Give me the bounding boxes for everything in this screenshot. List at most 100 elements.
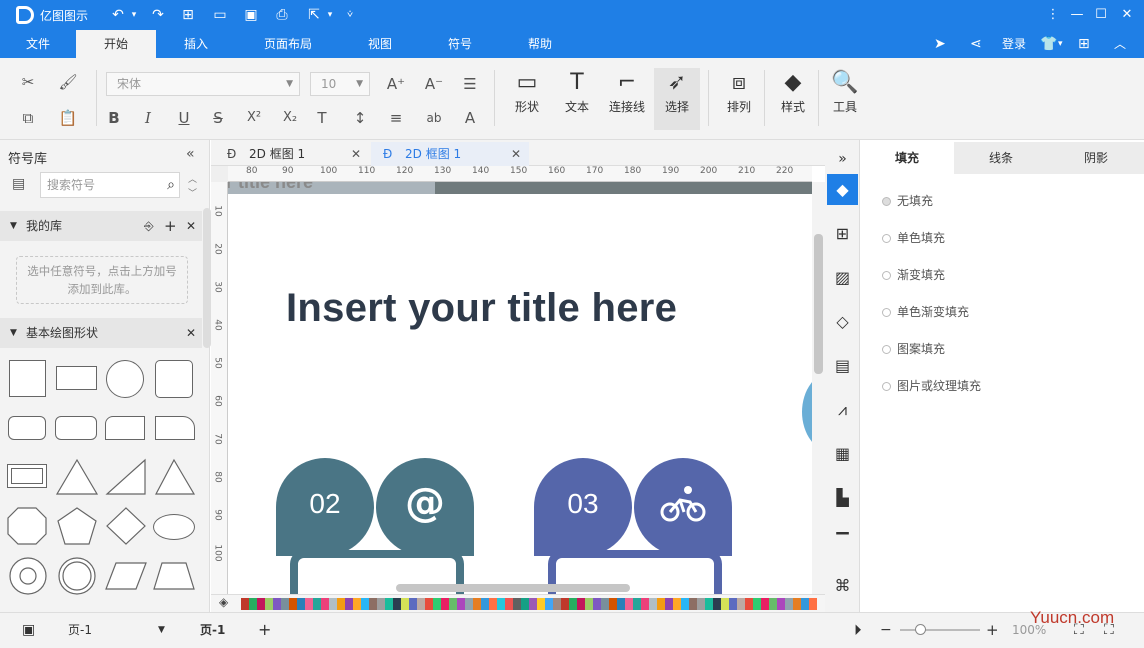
panel-scrollbar[interactable] xyxy=(203,208,211,348)
color-swatch[interactable] xyxy=(777,598,785,610)
color-swatch[interactable] xyxy=(609,598,617,610)
save-icon[interactable]: ▣ xyxy=(241,5,261,25)
snip-rectangle-shape[interactable] xyxy=(105,416,145,440)
arrange-button[interactable]: ⧈ 排列 xyxy=(716,68,762,130)
color-swatch[interactable] xyxy=(281,598,289,610)
tab-document-1[interactable]: Ð 2D 框图 1 ✕ xyxy=(215,142,369,166)
octagon-shape[interactable] xyxy=(6,506,48,546)
color-swatch[interactable] xyxy=(409,598,417,610)
tab-fill[interactable]: 填充 xyxy=(860,142,954,174)
close-button[interactable]: ✕ xyxy=(1116,4,1138,26)
page-select[interactable]: 页-1 xyxy=(68,621,92,639)
color-swatch[interactable] xyxy=(577,598,585,610)
color-swatch[interactable] xyxy=(361,598,369,610)
import-icon[interactable]: ⎆ xyxy=(144,211,154,241)
color-swatch[interactable] xyxy=(721,598,729,610)
color-swatch[interactable] xyxy=(489,598,497,610)
color-swatch[interactable] xyxy=(369,598,377,610)
color-swatch[interactable] xyxy=(265,598,273,610)
basic-shapes-header[interactable]: ▼ 基本绘图形状 ✕ xyxy=(0,318,202,348)
color-swatch[interactable] xyxy=(729,598,737,610)
login-button[interactable]: 登录 xyxy=(1002,34,1026,54)
vertical-ruler[interactable]: 10 20 30 40 50 60 70 80 90 100 xyxy=(211,182,228,594)
font-family-select[interactable]: 宋体 ▼ xyxy=(106,72,300,96)
page-title[interactable]: Insert your title here xyxy=(286,286,677,331)
fill-color-icon[interactable]: ◈ xyxy=(219,595,228,609)
superscript-icon[interactable]: X² xyxy=(242,106,266,130)
print-icon[interactable]: ⎙ xyxy=(272,5,292,25)
copy-icon[interactable]: ⧉ xyxy=(16,106,40,130)
decrease-font-icon[interactable]: A⁻ xyxy=(422,72,446,96)
color-swatch[interactable] xyxy=(745,598,753,610)
theme-icon[interactable]: 👕 xyxy=(1040,34,1057,54)
color-swatch[interactable] xyxy=(497,598,505,610)
new-file-icon[interactable]: ⊞ xyxy=(178,5,198,25)
play-icon[interactable]: ⏵ xyxy=(854,621,862,639)
color-swatch[interactable] xyxy=(665,598,673,610)
rounded-square-shape[interactable] xyxy=(155,360,193,398)
connect-icon[interactable]: ⌘ xyxy=(827,570,858,601)
pentagon-shape[interactable] xyxy=(56,506,98,546)
style-button[interactable]: ◆ 样式 xyxy=(770,68,816,130)
color-swatch[interactable] xyxy=(321,598,329,610)
expand-panel-icon[interactable]: » xyxy=(827,144,858,175)
horizontal-ruler[interactable]: 80 90 100 110 120 130 140 150 160 170 18… xyxy=(228,166,812,182)
color-swatch[interactable] xyxy=(553,598,561,610)
color-swatch[interactable] xyxy=(417,598,425,610)
format-painter-icon[interactable]: 🖌 xyxy=(56,70,80,94)
close-section-icon[interactable]: ✕ xyxy=(186,318,196,348)
theme-dropdown-icon[interactable]: ▾ xyxy=(1058,34,1063,54)
color-swatch[interactable] xyxy=(505,598,513,610)
color-swatch[interactable] xyxy=(649,598,657,610)
color-swatch[interactable] xyxy=(641,598,649,610)
color-swatches[interactable] xyxy=(241,598,823,610)
color-swatch[interactable] xyxy=(377,598,385,610)
color-swatch[interactable] xyxy=(617,598,625,610)
color-swatch[interactable] xyxy=(673,598,681,610)
tab-document-2[interactable]: Ð 2D 框图 1 ✕ xyxy=(371,142,529,166)
close-tab-icon[interactable]: ✕ xyxy=(511,142,521,166)
color-swatch[interactable] xyxy=(689,598,697,610)
color-swatch[interactable] xyxy=(273,598,281,610)
my-library-header[interactable]: ▼ 我的库 ⎆ + ✕ xyxy=(0,211,202,241)
page-view-icon[interactable]: ▣ xyxy=(22,621,35,639)
rectangle-shape[interactable] xyxy=(56,366,97,390)
color-swatch[interactable] xyxy=(449,598,457,610)
color-swatch[interactable] xyxy=(337,598,345,610)
tools-button[interactable]: 🔍 工具 xyxy=(822,68,868,130)
connector-button[interactable]: ⌐ 连接线 xyxy=(604,68,650,130)
color-swatch[interactable] xyxy=(345,598,353,610)
right-triangle-shape[interactable] xyxy=(105,458,147,496)
shape-button[interactable]: ▭ 形状 xyxy=(504,68,550,130)
page-select-dropdown-icon[interactable]: ▼ xyxy=(158,621,165,639)
color-swatch[interactable] xyxy=(313,598,321,610)
send-icon[interactable]: ➤ xyxy=(934,34,946,54)
option-no-fill[interactable]: 无填充 xyxy=(882,192,933,209)
partial-circle-shape[interactable] xyxy=(802,372,812,452)
color-swatch[interactable] xyxy=(385,598,393,610)
image-icon[interactable]: ▨ xyxy=(827,262,858,293)
add-icon[interactable]: + xyxy=(164,211,177,241)
color-swatch[interactable] xyxy=(481,598,489,610)
header-title-text[interactable]: r title here xyxy=(228,182,313,193)
strikethrough-icon[interactable]: S xyxy=(206,106,230,130)
option-gradient-fill[interactable]: 渐变填充 xyxy=(882,266,945,283)
triangle-shape[interactable] xyxy=(55,458,99,496)
color-swatch[interactable] xyxy=(401,598,409,610)
layers-icon[interactable]: ◇ xyxy=(827,306,858,337)
color-swatch[interactable] xyxy=(769,598,777,610)
color-swatch[interactable] xyxy=(737,598,745,610)
menu-home[interactable]: 开始 xyxy=(76,30,156,58)
option-solid-fill[interactable]: 单色填充 xyxy=(882,229,945,246)
option-pattern-fill[interactable]: 图案填充 xyxy=(882,340,945,357)
collapse-ribbon-icon[interactable]: ︿ xyxy=(1114,34,1126,54)
align-icon[interactable]: ☰ xyxy=(458,72,482,96)
page-tab[interactable]: 页-1 xyxy=(200,621,225,639)
chart-icon[interactable]: ⩘ xyxy=(827,394,858,425)
color-swatch[interactable] xyxy=(465,598,473,610)
menu-file[interactable]: 文件 xyxy=(12,30,64,58)
redo-icon[interactable]: ↷ xyxy=(148,5,168,25)
ring-shape[interactable] xyxy=(56,556,98,596)
color-swatch[interactable] xyxy=(513,598,521,610)
library-icon[interactable]: ▤ xyxy=(12,176,25,192)
